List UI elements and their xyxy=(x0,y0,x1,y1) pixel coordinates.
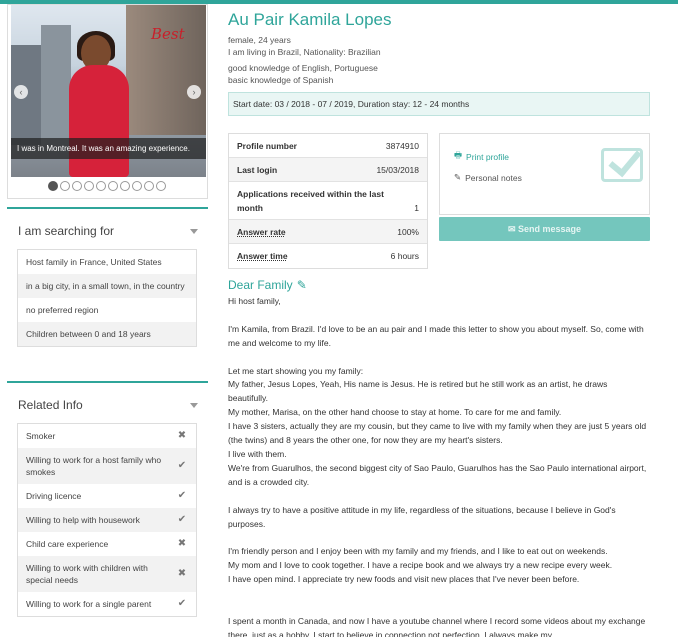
stat-label: Last login xyxy=(237,164,278,175)
envelope-icon: ✉ xyxy=(507,224,516,234)
hotel-sign: Best xyxy=(151,25,185,43)
related-row: Driving licence ✔ xyxy=(18,484,196,508)
gallery-dot[interactable] xyxy=(120,181,130,191)
stat-label: Profile number xyxy=(237,140,297,151)
photo-gallery: Best ‹ › I was in Montreal. It was an am… xyxy=(7,4,208,199)
gallery-dot[interactable] xyxy=(132,181,142,191)
related-row: Smoker ✖ xyxy=(18,424,196,448)
nationality: I am living in Brazil, Nationality: Braz… xyxy=(228,47,381,57)
gallery-dot[interactable] xyxy=(96,181,106,191)
building-shape xyxy=(41,25,71,145)
list-item: Children between 0 and 18 years xyxy=(18,322,196,346)
searching-list: Host family in France, United States in … xyxy=(17,249,197,347)
chevron-left-icon[interactable]: ‹ xyxy=(14,85,28,99)
related-label: Willing to work with children with speci… xyxy=(26,563,148,585)
chevron-right-icon[interactable]: › xyxy=(187,85,201,99)
related-label: Driving licence xyxy=(26,491,82,501)
stat-value: 100% xyxy=(397,226,419,237)
gallery-dot[interactable] xyxy=(72,181,82,191)
language-good: good knowledge of English, Portuguese xyxy=(228,63,378,73)
related-label: Willing to help with housework xyxy=(26,515,140,525)
printer-icon: 🖶 xyxy=(454,150,463,160)
related-row: Willing to work for a host family who sm… xyxy=(18,448,196,484)
stay-dates: Start date: 03 / 2018 - 07 / 2019, Durat… xyxy=(228,92,650,116)
note-icon: ✎ xyxy=(454,172,462,182)
gallery-dots xyxy=(48,181,166,191)
stats-table: Profile number 3874910 Last login 15/03/… xyxy=(228,133,428,269)
list-item: in a big city, in a small town, in the c… xyxy=(18,274,196,298)
related-row: Child care experience ✖ xyxy=(18,532,196,556)
letter-title: Dear Family ✎ xyxy=(228,278,648,292)
related-row: Willing to work for a single parent ✔ xyxy=(18,592,196,616)
cross-icon: ✖ xyxy=(177,430,187,441)
gender-age: female, 24 years xyxy=(228,35,291,45)
left-column: Best ‹ › I was in Montreal. It was an am… xyxy=(7,4,208,617)
related-label: Smoker xyxy=(26,431,56,441)
cross-icon: ✖ xyxy=(177,538,187,549)
stat-value: 6 hours xyxy=(390,251,419,261)
photo-caption: I was in Montreal. It was an amazing exp… xyxy=(11,138,206,159)
related-label: Willing to work for a host family who sm… xyxy=(26,455,162,477)
stat-row: Answer rate 100% xyxy=(229,220,427,244)
letter-title-text: Dear Family xyxy=(228,278,293,292)
answer-rate-label[interactable]: Answer rate xyxy=(237,225,286,239)
gallery-dot[interactable] xyxy=(108,181,118,191)
related-row: Willing to help with housework ✔ xyxy=(18,508,196,532)
stat-value: 1 xyxy=(414,203,419,213)
related-header[interactable]: Related Info xyxy=(7,383,208,417)
main-column: Au Pair Kamila Lopes female, 24 years I … xyxy=(228,4,658,637)
stat-value: 15/03/2018 xyxy=(376,164,419,175)
stat-row: Profile number 3874910 xyxy=(229,134,427,158)
answer-time-label[interactable]: Answer time xyxy=(237,249,288,263)
related-title: Related Info xyxy=(18,398,83,412)
check-icon: ✔ xyxy=(177,460,187,471)
gallery-dot[interactable] xyxy=(48,181,58,191)
stat-row: Answer time 6 hours xyxy=(229,244,427,268)
pencil-icon[interactable]: ✎ xyxy=(297,278,307,292)
gallery-dot[interactable] xyxy=(156,181,166,191)
chevron-down-icon[interactable] xyxy=(190,228,198,234)
letter-body: Hi host family, I'm Kamila, from Brazil.… xyxy=(228,296,647,637)
related-label: Willing to work for a single parent xyxy=(26,599,152,609)
gallery-dot[interactable] xyxy=(60,181,70,191)
related-row: Willing to work with children with speci… xyxy=(18,556,196,592)
notes-label: Personal notes xyxy=(465,172,522,183)
gallery-dot[interactable] xyxy=(144,181,154,191)
related-label: Child care experience xyxy=(26,539,109,549)
person-coat xyxy=(69,65,129,177)
list-item: Host family in France, United States xyxy=(26,257,162,267)
searching-title: I am searching for xyxy=(18,224,115,238)
page-title: Au Pair Kamila Lopes xyxy=(228,10,392,29)
stat-label: Applications received within the last mo… xyxy=(237,188,384,213)
stat-row: Applications received within the last mo… xyxy=(229,182,427,220)
cross-icon: ✖ xyxy=(177,568,187,579)
list-item: no preferred region xyxy=(26,305,99,315)
searching-header[interactable]: I am searching for xyxy=(7,209,208,243)
send-message-button[interactable]: ✉ Send message xyxy=(439,217,650,241)
check-icon: ✔ xyxy=(177,598,187,609)
check-icon: ✔ xyxy=(177,514,187,525)
letter-section: Dear Family ✎ Hi host family, I'm Kamila… xyxy=(228,278,648,637)
language-basic: basic knowledge of Spanish xyxy=(228,75,334,85)
stat-value: 3874910 xyxy=(385,140,419,151)
stat-row: Last login 15/03/2018 xyxy=(229,158,427,182)
related-list: Smoker ✖ Willing to work for a host family… xyxy=(17,423,197,617)
check-icon: ✔ xyxy=(177,490,187,501)
checkmark-icon xyxy=(601,148,643,182)
gallery-dot[interactable] xyxy=(84,181,94,191)
chevron-down-icon[interactable] xyxy=(190,402,198,408)
send-label: Send message xyxy=(518,224,582,234)
actions-panel: 🖶 Print profile ✎ Personal notes xyxy=(439,133,650,215)
print-label: Print profile xyxy=(466,152,510,162)
